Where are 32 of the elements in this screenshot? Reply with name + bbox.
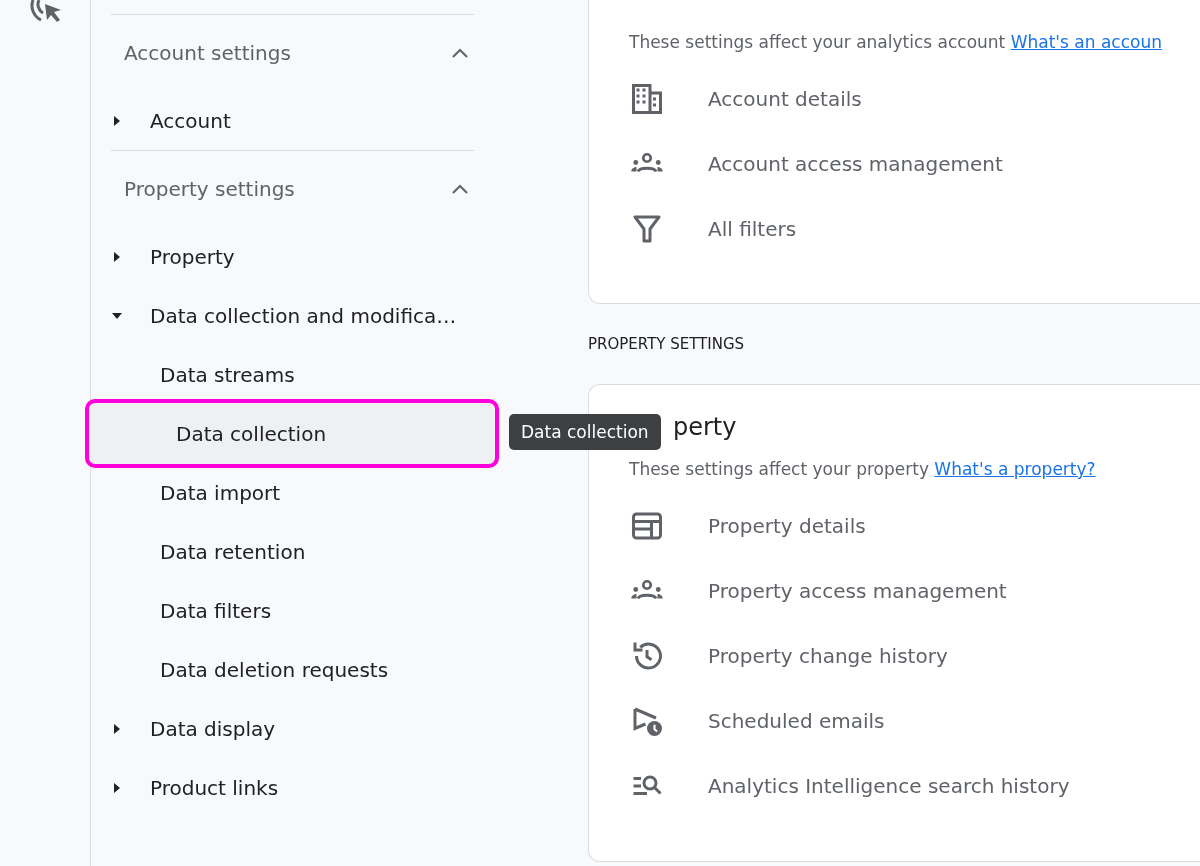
section-heading: Account settings [124, 41, 291, 65]
help-link[interactable]: What's an accoun [1010, 32, 1162, 52]
settings-link[interactable]: Account access management [708, 151, 1003, 176]
section-label: PROPERTY SETTINGS [588, 334, 746, 355]
settings-link[interactable]: Property details [708, 513, 866, 538]
nav-item[interactable]: Account [111, 91, 474, 150]
settings-link[interactable]: Property change history [708, 643, 948, 668]
nav-subitem[interactable]: Data collection [85, 399, 499, 468]
card-description: These settings affect your property What's a property? [629, 459, 1097, 479]
nav-subitem[interactable]: Data retention [91, 522, 494, 581]
card-description: These settings affect your analytics account What's an accoun [629, 32, 1163, 52]
caret-icon [112, 251, 122, 262]
nav-subitem[interactable]: Data deletion requests [91, 640, 494, 699]
tooltip: Data collection [509, 414, 661, 450]
caret-icon [112, 782, 122, 793]
settings-link[interactable]: Analytics Intelligence search history [708, 773, 1070, 798]
chevron-icon[interactable] [452, 184, 468, 194]
settings-link[interactable]: Property access management [708, 578, 1007, 603]
nav-subitem[interactable]: Data filters [91, 581, 494, 640]
caret-icon [112, 115, 122, 126]
nav-item[interactable]: Data display [111, 699, 474, 758]
chevron-icon[interactable] [452, 48, 468, 58]
nav-item[interactable]: Property [111, 227, 474, 286]
nav-item[interactable]: Data collection and modifica… [111, 286, 474, 345]
nav-item[interactable]: Product links [111, 758, 474, 817]
settings-link[interactable]: Scheduled emails [708, 708, 885, 733]
settings-link[interactable]: All filters [708, 216, 797, 241]
section-heading: Property settings [124, 177, 295, 201]
help-link[interactable]: What's a property? [934, 459, 1096, 479]
caret-icon [112, 310, 122, 321]
caret-icon [112, 723, 122, 734]
settings-link[interactable]: Account details [708, 86, 862, 111]
